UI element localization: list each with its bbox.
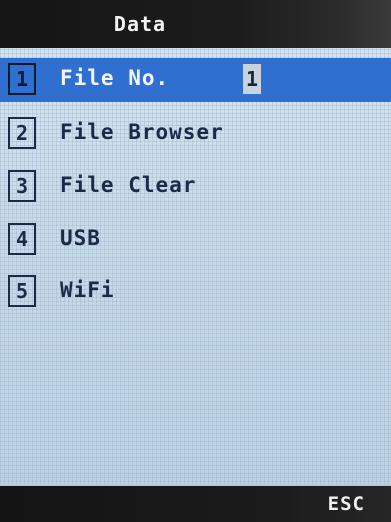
menu-item-usb[interactable]: 4 USB xyxy=(0,218,391,262)
esc-button[interactable]: ESC xyxy=(328,493,365,515)
menu-item-number: 2 xyxy=(8,117,36,149)
menu-item-label: File Clear xyxy=(60,173,197,197)
file-no-value-field[interactable]: 1 xyxy=(243,64,261,94)
menu-item-file-browser[interactable]: 2 File Browser xyxy=(0,112,391,156)
menu-item-file-no[interactable]: 1 File No. 1 xyxy=(0,58,391,102)
page-title: Data xyxy=(113,12,167,36)
device-screen: Data 1 File No. 1 2 File Browser 3 File … xyxy=(0,0,391,522)
bottom-bar: ESC xyxy=(0,486,391,522)
menu-item-label: WiFi xyxy=(60,278,115,302)
menu-item-number: 4 xyxy=(8,223,36,255)
menu-item-file-clear[interactable]: 3 File Clear xyxy=(0,165,391,209)
title-bar: Data xyxy=(0,0,391,48)
menu-item-label: File Browser xyxy=(60,120,224,144)
menu-item-number: 1 xyxy=(8,63,36,95)
menu-panel: 1 File No. 1 2 File Browser 3 File Clear… xyxy=(0,48,391,486)
menu-item-wifi[interactable]: 5 WiFi xyxy=(0,270,391,314)
menu-item-label: File No. xyxy=(60,66,170,90)
menu-item-label: USB xyxy=(60,226,101,250)
menu-item-number: 5 xyxy=(8,275,36,307)
menu-item-number: 3 xyxy=(8,170,36,202)
